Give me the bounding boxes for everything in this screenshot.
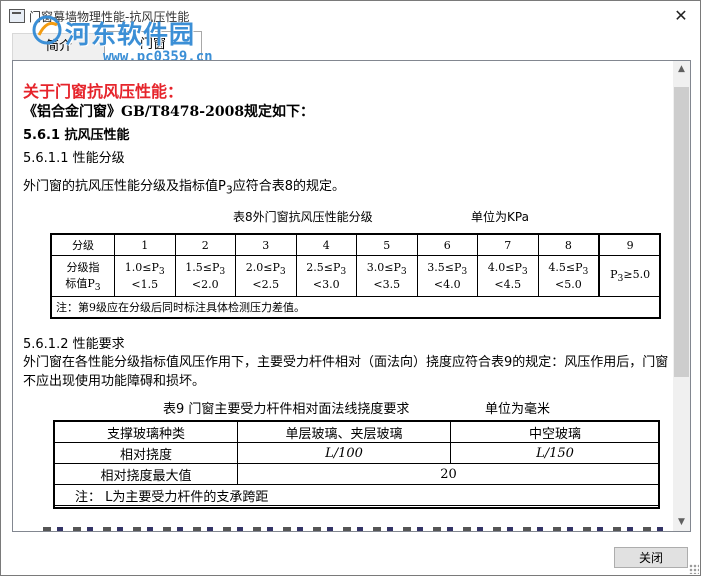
close-button[interactable]: 关闭 (614, 547, 688, 568)
content-panel: 关于门窗抗风压性能： 《铝合金门窗》GB/T8478-2008规定如下： 5.6… (12, 60, 691, 532)
table8-grade: 4 (295, 234, 357, 256)
watermark-text: 河东软件园 (65, 20, 196, 49)
close-icon[interactable]: ✕ (668, 5, 694, 27)
table8-grade: 7 (477, 234, 539, 256)
section-5-6-1-1: 5.6.1.1 性能分级 (23, 151, 125, 166)
table8-grade: 9 (598, 234, 662, 256)
table9-col-type: 支撑玻璃种类 (54, 421, 238, 443)
table9-col-single: 单层玻璃、夹层玻璃 (237, 421, 451, 443)
table9-unit: 单位为毫米 (485, 402, 551, 417)
table9-row-relative: 相对挠度 (54, 442, 238, 464)
table8-index: 3.0≤P3 <3.5 (356, 255, 418, 297)
table8-index: 3.5≤P3 <4.0 (416, 255, 478, 297)
table9-row-max: 相对挠度最大值 (54, 463, 238, 485)
cut-off-text-line (43, 527, 663, 531)
table8-row-label: 分级指 标值P3 (51, 255, 115, 297)
table8-index: 4.5≤P3 <5.0 (537, 255, 600, 297)
section-5-6-1: 5.6.1 抗风压性能 (23, 128, 130, 143)
table9-note: 注： L为主要受力杆件的支承跨距 (54, 484, 660, 506)
table8-grade: 8 (537, 234, 600, 256)
table8-note: 注：第9级应在分级后同时标注具体检测压力差值。 (51, 296, 661, 318)
table9-max-value: 20 (237, 463, 660, 485)
section-5-6-1-2: 5.6.1.2 性能要求 (23, 337, 125, 352)
table9-caption: 表9 门窗主要受力杆件相对面法线挠度要求 (163, 402, 410, 417)
table8: 分级 1 2 3 4 5 6 7 8 9 分级指 标值P3 1.0≤P3 <1.5 … (51, 234, 662, 318)
table8-index: 2.5≤P3 <3.0 (295, 255, 357, 297)
table9: 支撑玻璃种类 单层玻璃、夹层玻璃 中空玻璃 相对挠度 L/100 L/150 相… (54, 421, 660, 506)
table9-rel-single: L/100 (237, 442, 451, 464)
scroll-up-icon[interactable]: ▲ (673, 61, 690, 78)
table8-grade: 2 (174, 234, 236, 256)
table8-index: 1.5≤P3 <2.0 (174, 255, 236, 297)
table8-index: 4.0≤P3 <4.5 (477, 255, 539, 297)
table8-grade: 3 (235, 234, 297, 256)
content-subheading: 《铝合金门窗》GB/T8478-2008规定如下： (23, 104, 315, 120)
dialog-window: 门窗幕墙物理性能-抗风压性能 ✕ 简介 门窗 河东软件园 www.pc0359.… (0, 0, 701, 576)
content-area: 关于门窗抗风压性能： 《铝合金门窗》GB/T8478-2008规定如下： 5.6… (13, 61, 673, 531)
table8-unit: 单位为KPa (471, 210, 529, 224)
vertical-scrollbar[interactable]: ▲ ▼ (673, 61, 690, 531)
table9-col-hollow: 中空玻璃 (450, 421, 660, 443)
table8-index: 2.0≤P3 <2.5 (235, 255, 297, 297)
watermark-logo-icon (32, 15, 62, 45)
content-heading: 关于门窗抗风压性能： (23, 82, 184, 101)
paragraph-2: 外门窗在各性能分级指标值风压作用下，主要受力杆件相对（面法向）挠度应符合表9的规… (23, 355, 669, 389)
paragraph-1: 外门窗的抗风压性能分级及指标值P3应符合表8的规定。 (23, 179, 346, 197)
resize-grip-icon[interactable] (689, 564, 699, 574)
app-icon (9, 9, 25, 23)
table8-header-label: 分级 (51, 234, 115, 256)
table8-grade: 5 (356, 234, 418, 256)
scrollbar-thumb[interactable] (674, 87, 689, 377)
table8-grade: 6 (416, 234, 478, 256)
table8-index: 1.0≤P3 <1.5 (114, 255, 176, 297)
table8-index-last: P3≥5.0 (598, 255, 662, 297)
scroll-down-icon[interactable]: ▼ (673, 514, 690, 531)
table9-rel-hollow: L/150 (450, 442, 660, 464)
table8-caption: 表8外门窗抗风压性能分级 (233, 210, 373, 224)
table8-grade: 1 (114, 234, 176, 256)
